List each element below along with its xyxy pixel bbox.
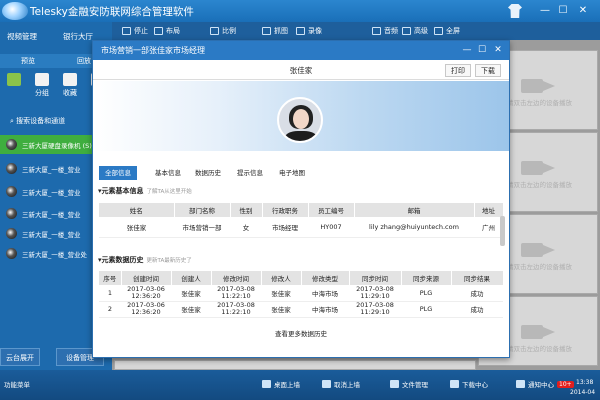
- favorite-button[interactable]: 收藏: [56, 73, 84, 98]
- video-camera-icon: [521, 161, 555, 175]
- tab-basic-info[interactable]: 基本信息: [149, 166, 187, 180]
- stop-icon: [122, 27, 131, 35]
- play-icon: [7, 73, 21, 86]
- download-center-button[interactable]: 下载中心: [450, 379, 488, 389]
- basic-section-title: ▾元素基本信息 了解TA从这里开始: [98, 187, 192, 195]
- snapshot-icon: [262, 27, 271, 35]
- video-cell[interactable]: [114, 360, 476, 370]
- history-section-title: ▾元素数据历史 更新TA最新历史了: [98, 256, 192, 264]
- video-toolbar: 停止 布局 比例 抓图 录像 音频 高级 全屏: [112, 22, 600, 40]
- minimize-button[interactable]: —: [538, 4, 552, 18]
- dialog-maximize-button[interactable]: ☐: [476, 44, 488, 56]
- desktop-wall-button[interactable]: 桌面上墙: [262, 379, 300, 389]
- fullscreen-icon: [434, 27, 443, 35]
- tab-video-management[interactable]: 视频管理: [0, 30, 44, 44]
- layout-icon: [154, 27, 163, 35]
- advanced-button[interactable]: 高级: [402, 25, 428, 37]
- video-camera-icon: [521, 243, 555, 257]
- audio-icon: [372, 27, 381, 35]
- group-icon: [35, 73, 49, 86]
- print-button[interactable]: 打印: [445, 64, 471, 77]
- tab-hint-info[interactable]: 提示信息: [231, 166, 269, 180]
- wall-icon: [262, 380, 271, 388]
- record-button[interactable]: 录像: [296, 25, 322, 37]
- camera-icon: [6, 228, 17, 239]
- camera-icon: [6, 186, 17, 197]
- bell-icon: [516, 380, 525, 388]
- dialog-header: 市场营销一部张佳家市场经理 — ☐ ✕: [93, 41, 509, 60]
- employee-info-dialog: 市场营销一部张佳家市场经理 — ☐ ✕ 张佳家 打印 下载 全部信息 基本信息 …: [92, 40, 510, 358]
- basic-info-table: 姓名 部门名称 性别 行政职务 员工编号 邮箱 地址 张佳家 市场营销一部 女 …: [99, 203, 504, 238]
- file-management-button[interactable]: 文件管理: [390, 379, 428, 389]
- folder-icon: [390, 380, 399, 388]
- ratio-button[interactable]: 比例: [210, 25, 236, 37]
- dialog-action-bar: 张佳家 打印 下载: [93, 60, 509, 80]
- tab-e-map[interactable]: 电子地图: [273, 166, 311, 180]
- advanced-icon: [402, 27, 411, 35]
- avatar: [277, 97, 323, 143]
- camera-icon: [6, 248, 17, 259]
- more-history-link[interactable]: 查看更多数据历史: [93, 328, 509, 338]
- table-row[interactable]: 1 2017-03-06 12:36:20 张佳家 2017-03-08 11:…: [99, 285, 503, 302]
- dialog-close-button[interactable]: ✕: [492, 44, 504, 56]
- tab-data-history[interactable]: 数据历史: [189, 166, 227, 180]
- notification-badge: 10+: [557, 380, 574, 388]
- favorite-icon: [63, 73, 77, 86]
- table-row[interactable]: 2 2017-03-06 12:36:20 张佳家 2017-03-08 11:…: [99, 301, 503, 318]
- camera-icon: [6, 163, 17, 174]
- fullscreen-button[interactable]: 全屏: [434, 25, 460, 37]
- table-row[interactable]: 张佳家 市场营销一部 女 市场经理 HY007 lily zhang@huiyu…: [99, 217, 503, 238]
- camera-icon: [6, 139, 17, 150]
- tab-all-info[interactable]: 全部信息: [99, 166, 137, 180]
- cancel-wall-button[interactable]: 取消上墙: [322, 379, 360, 389]
- video-camera-icon: [521, 79, 555, 93]
- camera-icon: [6, 208, 17, 219]
- status-bar: 功能菜单 桌面上墙 取消上墙 文件管理 下载中心 通知中心 10+ 13:38 2…: [0, 370, 600, 400]
- layout-button[interactable]: 布局: [154, 25, 180, 37]
- ratio-icon: [210, 27, 219, 35]
- ptz-expand-button[interactable]: 云台展开: [0, 348, 40, 366]
- dialog-tabs: 全部信息 基本信息 数据历史 提示信息 电子地图: [93, 165, 509, 181]
- close-button[interactable]: ✕: [576, 4, 590, 18]
- notification-center-button[interactable]: 通知中心 10+: [516, 379, 574, 389]
- skin-icon[interactable]: [508, 4, 522, 18]
- table-header-row: 序号 创建时间 创建人 修改时间 修改人 修改类型 同步时间 同步来源 同步结果: [99, 271, 504, 285]
- stop-button[interactable]: 停止: [122, 25, 148, 37]
- profile-banner: [93, 81, 509, 151]
- table-header-row: 姓名 部门名称 性别 行政职务 员工编号 邮箱 地址: [99, 203, 504, 217]
- app-logo: [2, 2, 28, 20]
- clock-time: 13:38: [576, 379, 594, 386]
- dialog-minimize-button[interactable]: —: [461, 44, 473, 56]
- history-table: 序号 创建时间 创建人 修改时间 修改人 修改类型 同步时间 同步来源 同步结果…: [99, 271, 504, 318]
- record-icon: [296, 27, 305, 35]
- download-button[interactable]: 下载: [475, 64, 501, 77]
- download-icon: [450, 380, 459, 388]
- clock-date: 2014-04: [570, 389, 596, 396]
- group-button[interactable]: 分组: [28, 73, 56, 98]
- function-menu-button[interactable]: 功能菜单: [4, 379, 30, 389]
- video-camera-icon: [521, 325, 555, 339]
- maximize-button[interactable]: ☐: [556, 4, 570, 18]
- play-button[interactable]: [0, 73, 28, 88]
- app-title: Telesky金融安防联网综合管理软件: [30, 6, 194, 18]
- subtab-preview[interactable]: 预览: [0, 55, 56, 67]
- dialog-title: 市场营销一部张佳家市场经理: [101, 46, 205, 55]
- snapshot-button[interactable]: 抓图: [262, 25, 288, 37]
- cancel-wall-icon: [322, 380, 331, 388]
- audio-button[interactable]: 音频: [372, 25, 398, 37]
- title-bar: Telesky金融安防联网综合管理软件 — ☐ ✕: [0, 0, 600, 22]
- vertical-scrollbar[interactable]: [500, 216, 505, 246]
